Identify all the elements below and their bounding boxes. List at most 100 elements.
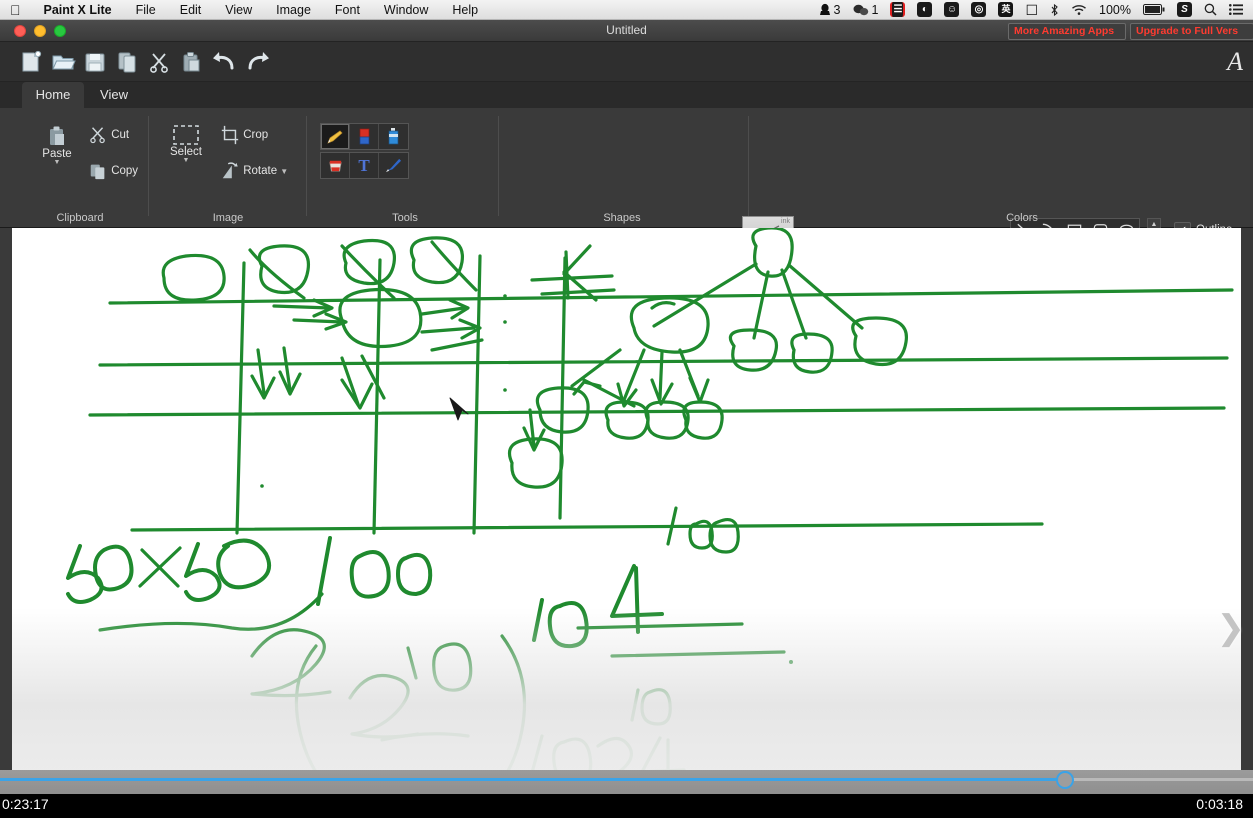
- more-amazing-apps-button[interactable]: More Amazing Apps: [1008, 23, 1126, 40]
- text-tool-icon: T: [358, 156, 370, 175]
- tools-row-1: [320, 123, 409, 150]
- ribbon-divider-3: [498, 116, 499, 216]
- quick-access-toolbar: A: [0, 42, 1253, 82]
- qq-status-item[interactable]: 3: [813, 3, 847, 17]
- select-ribbon-button[interactable]: Select ▼: [158, 124, 214, 164]
- macos-menu-bar:  Paint X Lite File Edit View Image Font…: [0, 0, 1253, 20]
- rotate-ribbon-button[interactable]: Rotate ▼: [220, 161, 304, 181]
- notification-center-status-item[interactable]: [1223, 4, 1253, 15]
- notification-center-icon: [1229, 4, 1243, 15]
- paste-icon: [183, 52, 200, 72]
- ribbon-tab-strip: Home View: [0, 82, 1253, 108]
- sogou-icon: S: [1177, 2, 1192, 17]
- group-label-shapes: Shapes: [603, 212, 641, 224]
- menu-item-edit[interactable]: Edit: [168, 3, 214, 17]
- undo-icon: [213, 52, 234, 70]
- input-source-status-item[interactable]: 英: [992, 2, 1019, 17]
- undo-button[interactable]: [210, 49, 236, 75]
- select-marquee-icon: [173, 125, 199, 145]
- remaining-time: 0:03:18: [1196, 796, 1243, 812]
- battery-status-item[interactable]: [1137, 4, 1171, 15]
- font-indicator[interactable]: A: [1227, 48, 1243, 76]
- wechat-badge-count: 1: [871, 2, 879, 17]
- spotlight-status-item[interactable]: [1198, 3, 1223, 16]
- battery-percent-label: 100%: [1099, 2, 1131, 17]
- cut-scissors-icon: [150, 53, 168, 73]
- leaf-app-status-item[interactable]: ◐: [911, 2, 938, 17]
- new-file-button[interactable]: [18, 49, 44, 75]
- video-scrubber[interactable]: [0, 770, 1253, 794]
- display-status-item[interactable]: ☐: [1019, 3, 1044, 17]
- wifi-status-item[interactable]: [1065, 4, 1093, 16]
- redo-icon: [248, 52, 269, 70]
- eraser-icon: [359, 128, 369, 145]
- ribbon-group-colors: Size ▼ Color 1 Color 2 Edit colors Color…: [752, 108, 1247, 228]
- player-footer: 0:23:17 0:03:18: [0, 794, 1253, 818]
- paste-dropdown-caret[interactable]: ▼: [34, 159, 80, 166]
- bluetooth-status-item[interactable]: [1044, 3, 1065, 17]
- copy-label: Copy: [111, 165, 139, 177]
- menu-item-help[interactable]: Help: [440, 3, 490, 17]
- sogou-status-item[interactable]: S: [1171, 2, 1198, 17]
- group-label-tools: Tools: [392, 212, 418, 224]
- paint-bucket-tool-button[interactable]: [321, 153, 350, 178]
- open-folder-button[interactable]: [50, 49, 76, 75]
- sketch-artwork: [66, 226, 1234, 804]
- paste-ribbon-button[interactable]: Paste ▼: [34, 124, 80, 166]
- cut-button[interactable]: [146, 49, 172, 75]
- paste-button[interactable]: [178, 49, 204, 75]
- pencil-icon: [326, 130, 343, 144]
- crop-icon: [221, 125, 239, 145]
- select-dropdown-caret[interactable]: ▼: [158, 157, 214, 164]
- copy-icon: [118, 52, 136, 73]
- menu-item-image[interactable]: Image: [264, 3, 323, 17]
- tools-row-2: T: [320, 152, 409, 179]
- ribbon-group-clipboard: Paste ▼ Cut Copy Clipboard: [10, 108, 150, 228]
- paste-icon: [50, 126, 64, 145]
- wechat-status-item[interactable]: 1: [847, 3, 885, 17]
- crop-label: Crop: [243, 129, 269, 141]
- paint-x-lite-window: Untitled More Amazing Apps Upgrade to Fu…: [0, 20, 1253, 810]
- drawing-canvas[interactable]: [12, 226, 1241, 804]
- smiley-app-status-item[interactable]: ☺: [938, 2, 965, 17]
- save-button[interactable]: [82, 49, 108, 75]
- tab-home[interactable]: Home: [22, 82, 84, 108]
- menu-item-file[interactable]: File: [124, 3, 168, 17]
- menu-item-window[interactable]: Window: [372, 3, 440, 17]
- display-icon: ☐: [1025, 1, 1039, 18]
- window-title-bar: Untitled More Amazing Apps Upgrade to Fu…: [0, 20, 1253, 42]
- rotate-dropdown-caret[interactable]: ▼: [280, 167, 288, 176]
- smiley-app-icon: ☺: [944, 2, 960, 17]
- menu-item-app[interactable]: Paint X Lite: [32, 3, 124, 17]
- menu-item-font[interactable]: Font: [323, 3, 372, 17]
- spray-can-tool-button[interactable]: [379, 124, 408, 149]
- ribbon: Paste ▼ Cut Copy Clipboard Select ▼ Crop…: [0, 108, 1253, 282]
- film-app-status-item[interactable]: ☰: [884, 2, 911, 17]
- menu-item-view[interactable]: View: [213, 3, 264, 17]
- spotlight-search-icon: [1204, 3, 1217, 16]
- leaf-app-icon: ◐: [917, 2, 933, 17]
- upgrade-to-full-version-button[interactable]: Upgrade to Full Vers: [1130, 23, 1253, 40]
- text-tool-button[interactable]: T: [350, 153, 379, 178]
- next-arrow-icon[interactable]: ❯: [1217, 608, 1246, 648]
- ribbon-group-image: Select ▼ Crop Rotate ▼ Image: [152, 108, 304, 228]
- brush-icon: [385, 158, 402, 173]
- crop-ribbon-button[interactable]: Crop: [220, 125, 298, 145]
- cut-label: Cut: [111, 129, 130, 141]
- cut-ribbon-button[interactable]: Cut: [88, 125, 148, 145]
- open-folder-icon: [52, 55, 76, 70]
- scrubber-handle[interactable]: [1056, 771, 1075, 789]
- redo-button[interactable]: [244, 49, 270, 75]
- copy-button[interactable]: [114, 49, 140, 75]
- pencil-tool-button[interactable]: [321, 124, 350, 149]
- group-label-image: Image: [212, 212, 244, 224]
- brush-tool-button[interactable]: [379, 153, 408, 178]
- copy-ribbon-button[interactable]: Copy: [88, 161, 154, 181]
- apple-logo-icon[interactable]: : [0, 3, 32, 17]
- battery-icon: [1143, 4, 1165, 15]
- ribbon-divider-1: [148, 116, 149, 216]
- tab-view[interactable]: View: [88, 82, 140, 108]
- wechat-icon: [853, 4, 868, 15]
- mic-app-status-item[interactable]: ◎: [965, 2, 992, 17]
- eraser-tool-button[interactable]: [350, 124, 379, 149]
